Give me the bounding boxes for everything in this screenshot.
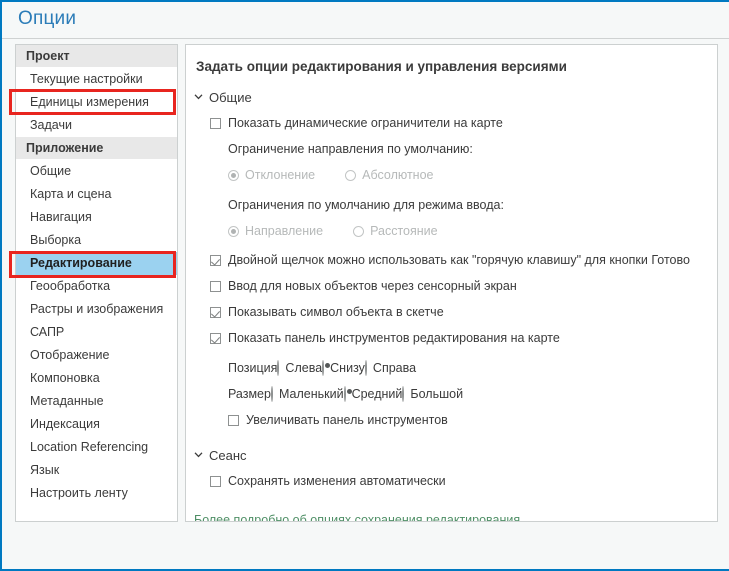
sidebar-item[interactable]: Метаданные (16, 390, 177, 413)
panel-title: Задать опции редактирования и управления… (196, 59, 567, 74)
checkbox-box[interactable] (210, 475, 221, 487)
dialog-header: Опции (2, 2, 729, 39)
radio-button[interactable] (228, 225, 239, 237)
radio-position-bottom[interactable]: Снизу (322, 360, 365, 376)
radio-label: Маленький (278, 387, 344, 401)
section-session-header[interactable]: Сеанс (194, 448, 717, 463)
radio-button[interactable] (228, 169, 239, 181)
checkbox-label: Показать панель инструментов редактирова… (228, 331, 560, 345)
radio-size-small[interactable]: Маленький (270, 386, 344, 402)
direction-constraint-label-row: Ограничение направления по умолчанию: (228, 139, 717, 159)
radio-position-right[interactable]: Справа (364, 360, 417, 376)
chevron-down-icon (194, 92, 203, 101)
sidebar-item[interactable]: Отображение (16, 344, 177, 367)
checkbox-magnify-toolbar[interactable]: Увеличивать панель инструментов (228, 410, 717, 430)
checkbox-label: Показать динамические ограничители на ка… (228, 116, 503, 130)
sidebar-item[interactable]: Общие (16, 160, 177, 183)
sidebar-item[interactable]: Задачи (16, 114, 177, 137)
radio-label: Снизу (330, 361, 365, 375)
checkbox-show-edit-toolbar[interactable]: Показать панель инструментов редактирова… (210, 328, 717, 348)
section-general: Общие Показать динамические ограничители… (186, 90, 717, 430)
radio-button[interactable] (353, 225, 365, 237)
radio-label: Направление (245, 224, 324, 238)
checkbox-box[interactable] (210, 254, 221, 266)
sidebar-item[interactable]: Карта и сцена (16, 183, 177, 206)
sidebar-item[interactable]: Настроить ленту (16, 482, 177, 505)
direction-constraint-options[interactable]: Отклонение Абсолютное (228, 165, 717, 185)
radio-button[interactable] (364, 360, 367, 376)
sidebar-item[interactable]: Компоновка (16, 367, 177, 390)
radio-position-left[interactable]: Слева (277, 360, 323, 376)
radio-label: Отклонение (245, 168, 316, 182)
sidebar-group-header: Приложение (16, 137, 177, 160)
sidebar-item[interactable]: Выборка (16, 229, 177, 252)
radio-button[interactable] (343, 386, 346, 402)
sidebar-item[interactable]: Растры и изображения (16, 298, 177, 321)
page-title: Опции (18, 8, 77, 29)
checkbox-show-feature-symbol[interactable]: Показывать символ объекта в скетче (210, 302, 717, 322)
checkbox-show-dynamic-constraints[interactable]: Показать динамические ограничители на ка… (210, 113, 717, 133)
checkbox-auto-save[interactable]: Сохранять изменения автоматически (210, 471, 717, 491)
options-sidebar[interactable]: Проект Текущие настройки Единицы измерения… (15, 44, 178, 522)
checkbox-box[interactable] (210, 117, 221, 129)
checkbox-box[interactable] (210, 280, 221, 292)
sidebar-item[interactable]: Текущие настройки (16, 68, 177, 91)
options-main-panel: Задать опции редактирования и управления… (185, 44, 718, 522)
section-general-header[interactable]: Общие (194, 90, 717, 105)
options-dialog: Опции Проект Текущие настройки Единицы изм… (0, 0, 729, 571)
checkbox-label: Двойной щелчок можно использовать как "г… (228, 253, 690, 267)
checkbox-box[interactable] (228, 414, 239, 426)
radio-absolute[interactable]: Абсолютное (345, 168, 434, 182)
checkbox-box[interactable] (210, 306, 221, 318)
more-info-link[interactable]: Более подробно об опциях сохранения реда… (194, 513, 717, 521)
direction-constraint-label: Ограничение направления по умолчанию: (228, 142, 473, 156)
radio-label: Слева (285, 361, 323, 375)
sidebar-item[interactable]: Язык (16, 459, 177, 482)
radio-button[interactable] (277, 360, 280, 376)
input-constraint-options[interactable]: Направление Расстояние (228, 221, 717, 241)
radio-button[interactable] (322, 360, 325, 376)
sidebar-item[interactable]: Геообработка (16, 275, 177, 298)
checkbox-label: Ввод для новых объектов через сенсорный … (228, 279, 517, 293)
checkbox-touch-input[interactable]: Ввод для новых объектов через сенсорный … (210, 276, 717, 296)
checkbox-label: Увеличивать панель инструментов (246, 413, 448, 427)
radio-label: Справа (372, 361, 417, 375)
radio-distance[interactable]: Расстояние (353, 224, 438, 238)
radio-direction[interactable]: Направление (228, 224, 323, 238)
checkbox-double-click-finish[interactable]: Двойной щелчок можно использовать как "г… (210, 250, 717, 270)
sidebar-item[interactable]: Навигация (16, 206, 177, 229)
toolbar-position-row[interactable]: Позиция Слева Снизу Справа (228, 358, 717, 378)
sidebar-item[interactable]: Индексация (16, 413, 177, 436)
radio-size-large[interactable]: Большой (402, 386, 464, 402)
chevron-down-icon (194, 450, 203, 459)
checkbox-box[interactable] (210, 332, 221, 344)
input-constraint-label: Ограничения по умолчанию для режима ввод… (228, 198, 504, 212)
radio-deviation[interactable]: Отклонение (228, 168, 315, 182)
radio-size-medium[interactable]: Средний (343, 386, 403, 402)
radio-label: Расстояние (370, 224, 438, 238)
sidebar-item[interactable]: Единицы измерения (16, 91, 177, 114)
sidebar-item[interactable]: САПР (16, 321, 177, 344)
radio-label: Абсолютное (362, 168, 434, 182)
checkbox-label: Показывать символ объекта в скетче (228, 305, 444, 319)
section-general-label: Общие (209, 90, 252, 105)
input-constraint-label-row: Ограничения по умолчанию для режима ввод… (228, 195, 717, 215)
section-session-label: Сеанс (209, 448, 247, 463)
section-session: Сеанс Сохранять изменения автоматически (186, 448, 717, 491)
sidebar-group-header: Проект (16, 45, 177, 68)
radio-button[interactable] (270, 386, 273, 402)
radio-label: Средний (351, 387, 403, 401)
radio-button[interactable] (402, 386, 405, 402)
toolbar-size-row[interactable]: Размер Маленький Средний Большой (228, 384, 717, 404)
toolbar-position-label: Позиция (228, 361, 278, 375)
sidebar-item[interactable]: Редактирование (16, 252, 177, 275)
checkbox-label: Сохранять изменения автоматически (228, 474, 446, 488)
radio-label: Большой (410, 387, 464, 401)
toolbar-size-label: Размер (228, 387, 271, 401)
radio-button[interactable] (345, 169, 357, 181)
sidebar-item[interactable]: Location Referencing (16, 436, 177, 459)
